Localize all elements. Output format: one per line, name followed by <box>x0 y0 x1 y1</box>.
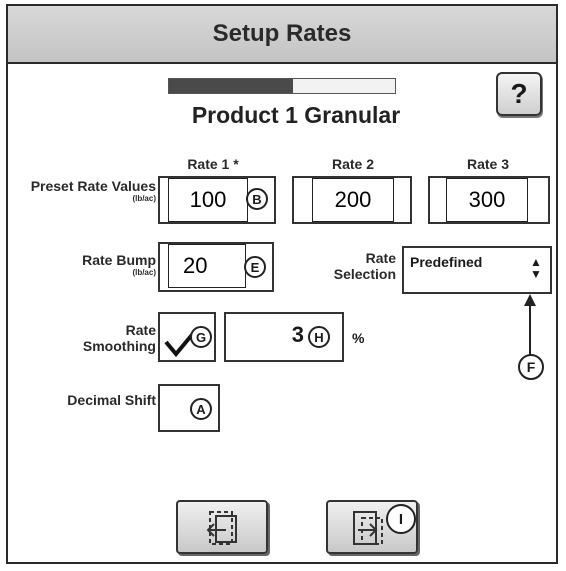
progress-fill <box>169 79 294 93</box>
preset-rate-label-text: Preset Rate Values <box>30 178 156 194</box>
back-button[interactable] <box>176 500 268 554</box>
preset-rate-unit: (lb/ac) <box>132 194 156 203</box>
rate-2-header: Rate 2 <box>331 156 375 172</box>
rate-bump-label: Rate Bump (lb/ac) <box>14 252 156 277</box>
callout-b: B <box>246 188 268 210</box>
rate-3-header: Rate 3 <box>466 156 510 172</box>
callout-a: A <box>190 398 212 420</box>
percent-unit: % <box>352 330 365 346</box>
rate-1-value[interactable]: 100 <box>168 178 248 222</box>
title-bar: Setup Rates <box>8 6 556 64</box>
rate-selection-label-1: Rate <box>365 250 396 266</box>
product-name: Product 1 Granular <box>191 102 401 128</box>
rate-selection-label-2: Selection <box>333 266 396 282</box>
callout-e: E <box>244 256 266 278</box>
decimal-shift-label: Decimal Shift <box>67 392 156 408</box>
rate-bump-unit: (lb/ac) <box>132 268 156 277</box>
enter-icon <box>353 511 383 545</box>
rate-smoothing-label-2: Smoothing <box>82 338 156 354</box>
rate-selection-dropdown[interactable]: Predefined ▲ ▼ <box>402 246 552 294</box>
preset-rate-label: Preset Rate Values (lb/ac) <box>14 178 156 203</box>
rate-3-value[interactable]: 300 <box>446 178 528 222</box>
smoothing-value: 3 <box>291 322 304 347</box>
rate-selection-label: Rate Selection <box>288 250 396 282</box>
up-down-arrows-icon[interactable]: ▲ ▼ <box>528 256 544 280</box>
callout-i: I <box>386 504 416 534</box>
callout-h: H <box>308 326 330 348</box>
rate-smoothing-label-1: Rate <box>125 322 156 338</box>
rate-1-header: Rate 1 * <box>187 156 239 172</box>
rate-bump-value[interactable]: 20 <box>168 244 246 288</box>
rate-bump-label-text: Rate Bump <box>82 252 156 268</box>
exit-icon <box>206 511 237 545</box>
rate-2-value[interactable]: 200 <box>312 178 394 222</box>
callout-f: F <box>518 354 544 380</box>
rate-smoothing-label: Rate Smoothing <box>14 322 156 354</box>
rate-selection-value: Predefined <box>410 254 483 270</box>
product-progress-bar <box>168 78 396 94</box>
help-button[interactable]: ? <box>496 72 542 116</box>
setup-rates-window: Setup Rates Product 1 Granular ? Rate 1 … <box>6 4 558 564</box>
callout-g: G <box>190 326 212 348</box>
page-title: Setup Rates <box>212 20 352 47</box>
